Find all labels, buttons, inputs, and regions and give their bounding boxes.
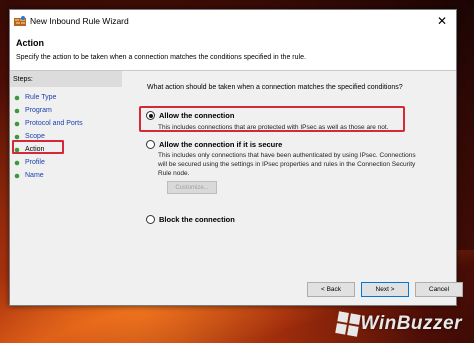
step-bullet-icon bbox=[14, 160, 20, 166]
wizard-body: Steps: Rule Type Program Protocol and Po… bbox=[10, 71, 463, 305]
step-label: Scope bbox=[25, 133, 45, 140]
option-label: Allow the connection if it is secure bbox=[159, 140, 283, 149]
step-label: Name bbox=[25, 172, 44, 179]
title-bar: New Inbound Rule Wizard ✕ bbox=[10, 10, 456, 32]
wizard-buttons: < Back Next > Cancel bbox=[307, 282, 469, 297]
step-profile[interactable]: Profile bbox=[10, 156, 122, 169]
radio-selected-icon[interactable] bbox=[146, 111, 155, 120]
step-program[interactable]: Program bbox=[10, 104, 122, 117]
step-bullet-icon bbox=[14, 121, 20, 127]
step-label: Protocol and Ports bbox=[25, 120, 83, 127]
cancel-button[interactable]: Cancel bbox=[415, 282, 463, 297]
radio-allow-connection[interactable]: Allow the connection bbox=[146, 111, 234, 120]
window-title: New Inbound Rule Wizard bbox=[30, 16, 129, 26]
step-bullet-icon bbox=[14, 108, 20, 114]
step-label: Rule Type bbox=[25, 94, 57, 101]
step-bullet-icon bbox=[14, 173, 20, 179]
step-label: Profile bbox=[25, 159, 45, 166]
option-label: Allow the connection bbox=[159, 111, 235, 120]
watermark-text: WinBuzzer bbox=[360, 313, 462, 334]
wizard-window: New Inbound Rule Wizard ✕ Action Specify… bbox=[9, 9, 463, 306]
page-header: Action Specify the action to be taken wh… bbox=[10, 32, 456, 71]
close-button[interactable]: ✕ bbox=[428, 10, 456, 32]
action-step-highlight bbox=[12, 140, 64, 154]
radio-allow-if-secure[interactable]: Allow the connection if it is secure bbox=[146, 140, 282, 149]
watermark: WinBuzzer bbox=[334, 311, 462, 337]
winbuzzer-logo-icon bbox=[334, 311, 361, 337]
customize-button[interactable]: Customize... bbox=[167, 181, 217, 194]
page-subtitle: Specify the action to be taken when a co… bbox=[16, 54, 306, 61]
firewall-app-icon bbox=[14, 15, 26, 27]
option-description: This includes connections that are prote… bbox=[158, 124, 389, 131]
steps-panel: Steps: Rule Type Program Protocol and Po… bbox=[10, 71, 122, 305]
radio-unselected-icon[interactable] bbox=[146, 215, 155, 224]
next-button[interactable]: Next > bbox=[361, 282, 409, 297]
step-rule-type[interactable]: Rule Type bbox=[10, 91, 122, 104]
step-bullet-icon bbox=[14, 134, 20, 140]
radio-unselected-icon[interactable] bbox=[146, 140, 155, 149]
back-button[interactable]: < Back bbox=[307, 282, 355, 297]
step-protocol-and-ports[interactable]: Protocol and Ports bbox=[10, 117, 122, 130]
page-title: Action bbox=[16, 38, 44, 48]
radio-block-connection[interactable]: Block the connection bbox=[146, 215, 235, 224]
step-bullet-icon bbox=[14, 95, 20, 101]
step-label: Program bbox=[25, 107, 52, 114]
step-name[interactable]: Name bbox=[10, 169, 122, 182]
option-description: This includes only connections that have… bbox=[158, 152, 416, 177]
main-panel: What action should be taken when a conne… bbox=[124, 71, 463, 305]
steps-title: Steps: bbox=[10, 71, 122, 87]
action-question: What action should be taken when a conne… bbox=[147, 84, 403, 91]
option-label: Block the connection bbox=[159, 215, 235, 224]
